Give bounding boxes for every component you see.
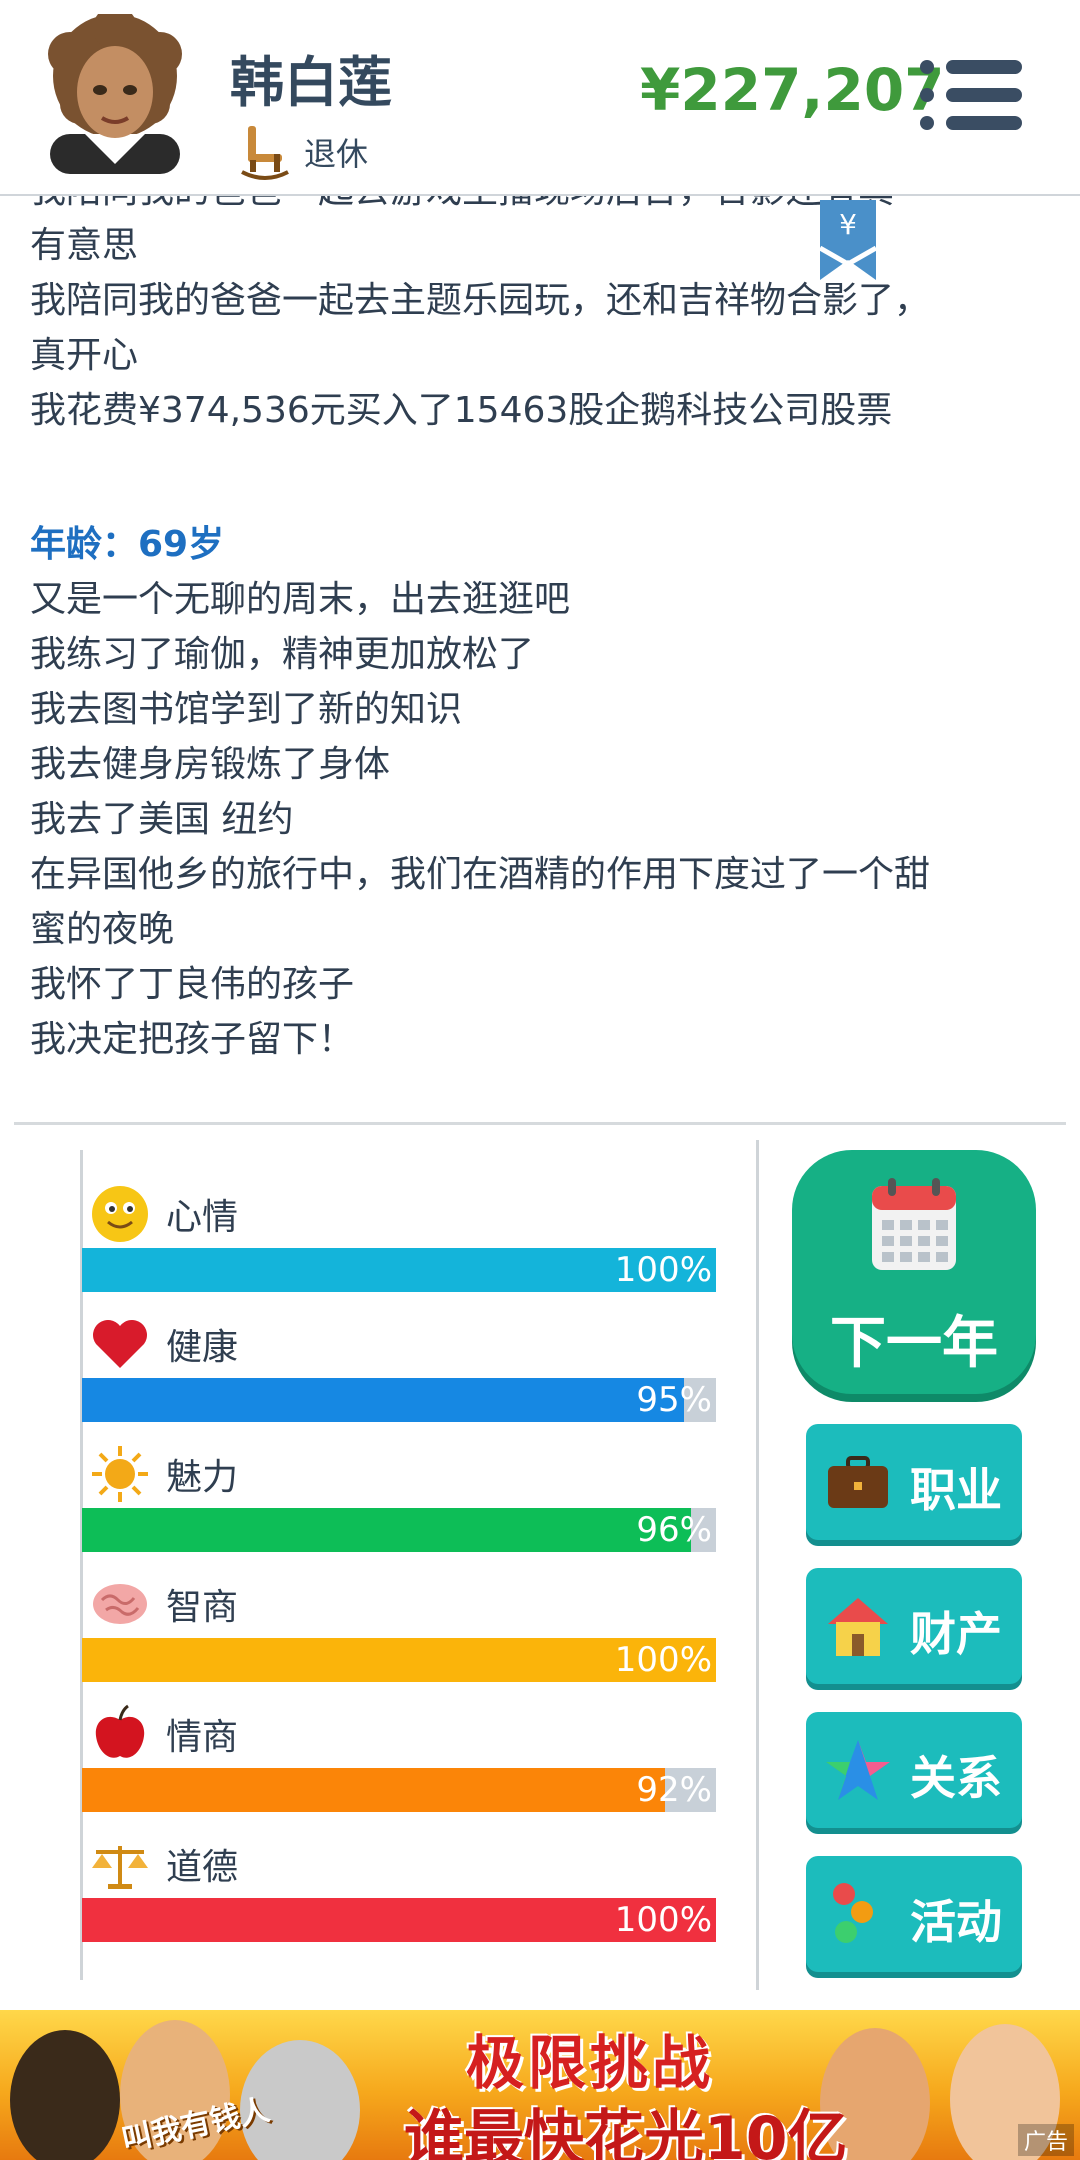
status: 退休 — [240, 122, 368, 182]
mood-percent: 100% — [614, 1250, 712, 1290]
charm-percent: 96% — [636, 1510, 712, 1550]
star-icon — [826, 1740, 890, 1800]
menu-button[interactable] — [920, 56, 1024, 136]
stat-eq: 情商 92% — [82, 1704, 716, 1834]
log-line: 我去了美国 纽约 — [30, 799, 294, 840]
stat-charm: 魅力 96% — [82, 1444, 716, 1574]
relations-button[interactable]: 关系 — [806, 1712, 1022, 1828]
eq-bar: 92% — [82, 1768, 716, 1812]
log-line: 我去健身房锻炼了身体 — [30, 744, 391, 785]
log-line: 我决定把孩子留下！ — [30, 1019, 355, 1060]
log-line: 有意思 — [30, 225, 139, 266]
panel-separator — [756, 1140, 759, 1990]
relations-label: 关系 — [910, 1751, 1002, 1805]
player-name: 韩白莲 — [230, 51, 392, 114]
heart-icon — [93, 1320, 147, 1368]
next-year-label: 下一年 — [830, 1311, 998, 1376]
stat-label: 心情 — [166, 1197, 239, 1238]
rocking-chair-icon — [241, 126, 289, 180]
morality-percent: 100% — [614, 1900, 712, 1940]
stat-label: 道德 — [166, 1847, 239, 1888]
life-event-log[interactable]: 我陪同我的爸爸一起去游戏主播现场后台，合影还有真 有意思 我陪同我的爸爸一起去主… — [0, 196, 1080, 1122]
log-line: 我花费¥374,536元买入了15463股企鹅科技公司股票 — [30, 390, 893, 431]
apple-icon — [95, 1704, 145, 1758]
log-line: 又是一个无聊的周末，出去逛逛吧 — [30, 579, 571, 620]
log-line: 在异国他乡的旅行中，我们在酒精的作用下度过了一个甜 — [30, 854, 931, 895]
iq-bar: 100% — [82, 1638, 716, 1682]
stat-label: 魅力 — [166, 1457, 239, 1498]
log-line: 蜜的夜晚 — [30, 909, 175, 950]
status-label: 退休 — [304, 135, 369, 173]
money-bookmark-icon[interactable]: ¥ — [820, 200, 876, 280]
top-header: 韩白莲 退休 ¥227,207 — [0, 0, 1080, 196]
log-line: 真开心 — [30, 335, 139, 376]
next-year-button[interactable]: 下一年 — [792, 1150, 1036, 1394]
property-button[interactable]: 财产 — [806, 1568, 1022, 1684]
activity-dots-icon — [833, 1883, 873, 1943]
log-line: 我去图书馆学到了新的知识 — [30, 689, 463, 730]
money-balance: ¥227,207 — [640, 56, 945, 124]
log-line: 我怀了丁良伟的孩子 — [30, 964, 355, 1005]
career-button[interactable]: 职业 — [806, 1424, 1022, 1540]
scales-icon — [92, 1846, 148, 1889]
age-heading: 年龄：69岁 — [30, 524, 225, 565]
brain-icon — [93, 1584, 147, 1624]
morality-bar: 100% — [82, 1898, 716, 1942]
charm-bar: 96% — [82, 1508, 716, 1552]
health-percent: 95% — [636, 1380, 712, 1420]
section-divider — [14, 1122, 1066, 1125]
stat-iq: 智商 100% — [82, 1574, 716, 1704]
menu-icon — [920, 60, 934, 74]
stat-label: 智商 — [166, 1587, 239, 1628]
stat-mood: 心情 100% — [82, 1184, 716, 1314]
smiley-icon — [92, 1186, 148, 1242]
activities-button[interactable]: 活动 — [806, 1856, 1022, 1972]
mood-bar: 100% — [82, 1248, 716, 1292]
activities-label: 活动 — [910, 1895, 1002, 1949]
house-icon — [828, 1598, 888, 1656]
stat-label: 情商 — [166, 1717, 239, 1758]
briefcase-icon — [828, 1456, 888, 1508]
ad-banner[interactable]: 叫我有钱人 极限挑战 谁最快花光10亿 广告 — [0, 2010, 1080, 2160]
stat-label: 健康 — [166, 1327, 239, 1368]
property-label: 财产 — [910, 1607, 1002, 1661]
ad-tag: 广告 — [1017, 2124, 1074, 2156]
avatar[interactable] — [40, 14, 190, 174]
stats-panel: 心情 100% 健康 95% 魅力 96% 智商 100% 情商 92% 道德 … — [0, 1140, 760, 1980]
health-bar: 95% — [82, 1378, 716, 1422]
ad-title: 极限挑战 — [466, 2029, 715, 2097]
sun-icon — [92, 1446, 148, 1502]
log-line: 我陪同我的爸爸一起去主题乐园玩，还和吉祥物合影了， — [30, 280, 931, 321]
stat-health: 健康 95% — [82, 1314, 716, 1444]
calendar-icon — [872, 1178, 956, 1270]
log-line: 我陪同我的爸爸一起去游戏主播现场后台，合影还有真 — [30, 196, 1050, 214]
ad-subtitle: 谁最快花光10亿 — [404, 2104, 848, 2160]
log-line: 我练习了瑜伽，精神更加放松了 — [30, 634, 535, 675]
iq-percent: 100% — [614, 1640, 712, 1680]
career-label: 职业 — [910, 1463, 1002, 1517]
eq-percent: 92% — [636, 1770, 712, 1810]
stat-morality: 道德 100% — [82, 1834, 716, 1964]
svg-text:¥: ¥ — [839, 208, 857, 241]
